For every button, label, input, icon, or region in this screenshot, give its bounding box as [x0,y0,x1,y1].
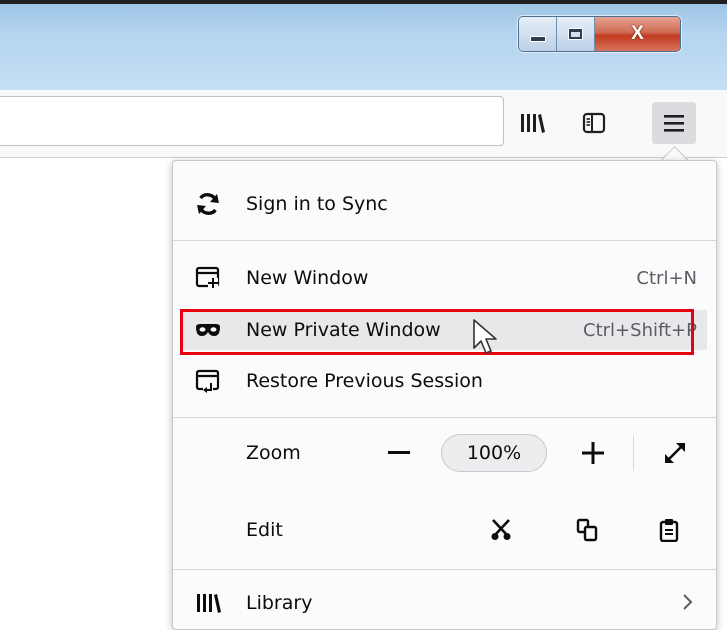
paste-button[interactable] [649,511,689,549]
app-menu-panel: Sign in to Sync New Window Ctrl+N New Pr… [172,160,717,630]
library-button[interactable] [513,104,551,142]
menu-item-new-private-window[interactable]: New Private Window Ctrl+Shift+P [183,310,707,350]
fullscreen-icon [665,443,685,463]
minus-icon [388,451,410,454]
mouse-cursor-icon [473,319,497,354]
zoom-separator [633,435,634,471]
menu-item-label: New Window [246,267,369,289]
library-icon [521,114,545,133]
menu-item-shortcut: Ctrl+N [636,267,697,289]
restore-session-icon [195,369,221,393]
library-icon [195,591,221,615]
sync-icon [195,192,221,216]
edit-label: Edit [246,519,283,541]
zoom-value: 100% [466,442,522,464]
menu-item-label: Restore Previous Session [246,370,483,392]
new-window-icon [195,266,221,290]
plus-icon [582,442,604,464]
menu-item-restore-session[interactable]: Restore Previous Session [183,361,707,401]
paste-icon [659,519,679,542]
hamburger-menu-icon [664,115,684,132]
menu-item-label: New Private Window [246,319,441,341]
maximize-icon [568,28,583,40]
zoom-in-button[interactable] [575,435,611,471]
copy-button[interactable] [567,511,607,549]
menu-row-edit: Edit [183,510,707,550]
minimize-icon [529,36,546,42]
menu-item-label: Library [246,592,313,614]
menu-item-label: Sign in to Sync [246,193,388,215]
minimize-button[interactable] [519,17,557,51]
copy-icon [576,518,598,542]
maximize-button[interactable] [557,17,595,51]
fullscreen-button[interactable] [655,435,695,471]
sidebar-button[interactable] [575,104,613,142]
close-button[interactable]: X [595,17,680,51]
menu-item-library[interactable]: Library [183,583,707,623]
menu-separator [173,240,716,241]
menu-item-shortcut: Ctrl+Shift+P [583,319,697,341]
sidebar-icon [582,112,606,134]
open-menu-button[interactable] [652,102,696,144]
private-mask-icon [195,318,221,342]
menu-item-new-window[interactable]: New Window Ctrl+N [183,258,707,298]
close-icon: X [631,23,644,44]
cut-button[interactable] [481,511,521,549]
menu-separator [173,569,716,570]
window-controls: X [518,16,681,52]
menu-item-sign-in-sync[interactable]: Sign in to Sync [183,184,707,224]
url-bar[interactable] [0,96,504,146]
navigation-toolbar [0,90,727,158]
cut-icon [491,519,511,540]
chevron-right-icon [681,593,693,616]
zoom-out-button[interactable] [381,435,417,471]
zoom-reset-button[interactable]: 100% [441,434,547,472]
menu-separator [173,417,716,418]
window-titlebar: X [0,0,727,90]
zoom-label: Zoom [246,442,301,464]
